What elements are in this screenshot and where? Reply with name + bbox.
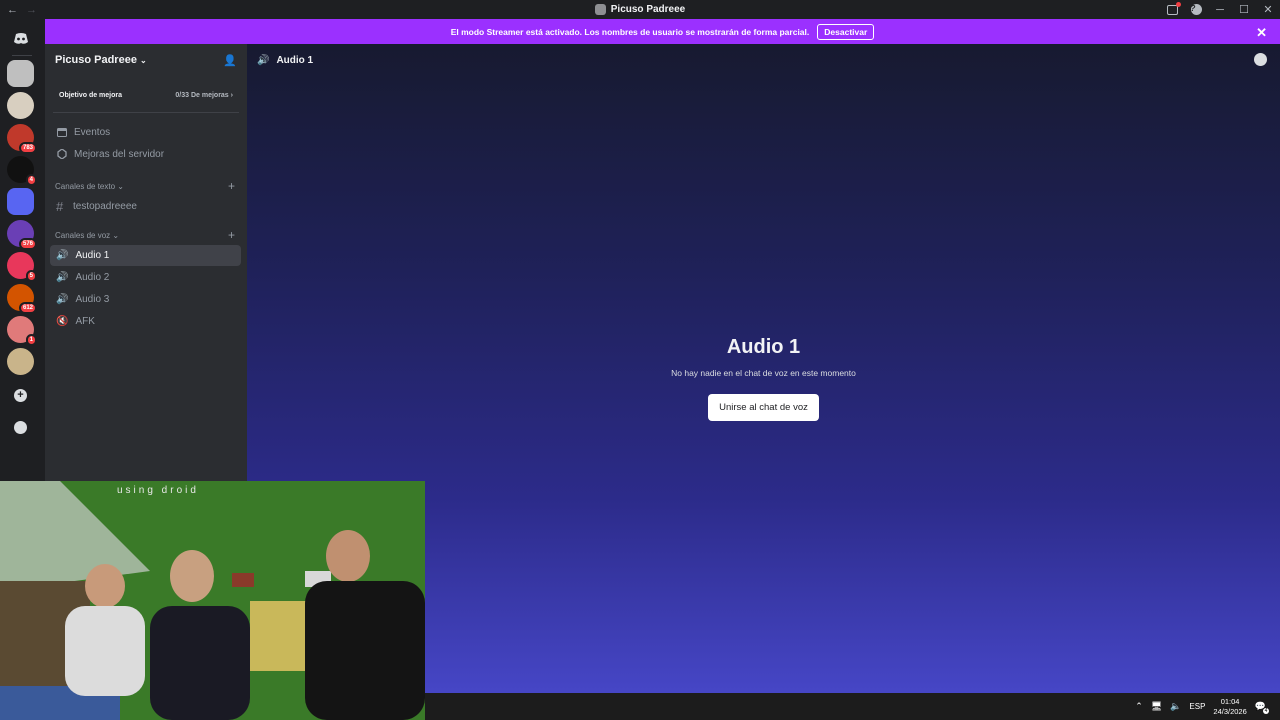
explore-icon[interactable]: [7, 414, 34, 441]
speaker-icon: 🔊: [56, 294, 69, 305]
hash-icon: #: [56, 199, 64, 214]
speaker-icon: 🔊: [56, 250, 69, 261]
voice-channels-category[interactable]: Canales de voz ⌄ +: [45, 226, 247, 244]
chevron-down-icon: ⌄: [140, 56, 147, 65]
calendar-icon: [57, 127, 67, 137]
channel-sidebar: Picuso Padreee ⌄ 👤 Objetivo de mejora 0/…: [45, 44, 247, 481]
taskbar: ⌃ 🖥 🔈 ESP 01:04 24/3/2026 💬 4: [425, 693, 1280, 720]
speaker-muted-icon: 🔇: [56, 316, 69, 327]
voice-channel-label: Audio 2: [75, 272, 110, 283]
notification-icon[interactable]: 💬 4: [1255, 701, 1269, 714]
server-5[interactable]: [7, 188, 34, 215]
language-indicator[interactable]: ESP: [1189, 702, 1205, 711]
invite-people-icon[interactable]: 👤: [223, 54, 237, 67]
add-voice-channel-icon[interactable]: +: [228, 228, 235, 242]
banner-message: El modo Streamer está activado. Los nomb…: [450, 26, 810, 37]
server-4[interactable]: 4: [7, 156, 37, 186]
server-header[interactable]: Picuso Padreee ⌄ 👤: [45, 44, 247, 76]
webcam-overlay: using droid: [0, 481, 425, 720]
minimize-button[interactable]: ─: [1208, 0, 1232, 19]
server-icon: [594, 4, 606, 15]
inbox-icon: [1166, 1, 1181, 15]
window-title: Picuso Padreee: [610, 4, 686, 15]
close-window-button[interactable]: ✕: [1256, 0, 1280, 19]
clock-date: 24/3/2026: [1213, 706, 1247, 716]
channel-header-title: Audio 1: [276, 54, 314, 66]
volume-icon[interactable]: 🔈: [1170, 701, 1181, 712]
speaker-icon: 🔊: [257, 54, 270, 66]
server-picuso[interactable]: [7, 60, 34, 87]
server-7[interactable]: 5: [7, 252, 37, 282]
help-button[interactable]: ?: [1184, 0, 1208, 19]
server-6[interactable]: 576: [7, 220, 37, 250]
network-icon[interactable]: 🖥: [1151, 701, 1162, 712]
chat-bubble-icon[interactable]: [1254, 53, 1267, 66]
server-2[interactable]: [7, 92, 34, 119]
text-channel-testopadreeee[interactable]: # testopadreeee: [50, 196, 241, 217]
speaker-icon: 🔊: [56, 272, 69, 283]
webcam-watermark: using droid: [117, 485, 199, 496]
clock-time: 01:04: [1220, 696, 1240, 706]
chevron-up-icon[interactable]: ⌃: [1135, 701, 1143, 712]
voice-channel-audio-3[interactable]: 🔊 Audio 3: [50, 289, 241, 310]
chevron-right-icon: ›: [230, 91, 233, 99]
join-voice-button[interactable]: Unirse al chat de voz: [708, 394, 819, 421]
events-label: Eventos: [74, 126, 111, 138]
voice-category-label: Canales de voz: [55, 230, 111, 240]
maximize-button[interactable]: ☐: [1232, 0, 1256, 19]
deactivate-button[interactable]: Desactivar: [817, 23, 875, 40]
server-boosts-label: Mejoras del servidor: [74, 148, 165, 160]
chevron-down-icon: ⌄: [112, 230, 120, 240]
server-10[interactable]: [7, 348, 34, 375]
server-name: Picuso Padreee: [55, 54, 137, 66]
streamer-mode-banner: El modo Streamer está activado. Los nomb…: [45, 19, 1280, 44]
server-9[interactable]: 1: [7, 316, 37, 346]
events-link[interactable]: Eventos: [45, 121, 247, 143]
server-boosts-link[interactable]: Mejoras del servidor: [45, 143, 247, 165]
server-rail: 783 4 576 5 612 1 +: [0, 19, 45, 481]
voice-channel-audio-2[interactable]: 🔊 Audio 2: [50, 267, 241, 288]
help-icon: ?: [1190, 4, 1202, 15]
chevron-down-icon: ⌄: [117, 181, 124, 191]
channel-header: 🔊 Audio 1: [247, 44, 1280, 76]
voice-channel-audio-1[interactable]: 🔊 Audio 1: [50, 245, 241, 266]
divider: [53, 112, 239, 113]
text-channel-label: testopadreeee: [73, 201, 137, 212]
voice-channel-label: Audio 3: [75, 294, 110, 305]
notification-count: 4: [1263, 708, 1269, 714]
boost-icon: [57, 149, 67, 159]
boost-goal-bar[interactable]: Objetivo de mejora 0/33 De mejoras ›: [54, 86, 238, 104]
boost-count: 0/33 De mejoras: [175, 91, 229, 99]
voice-channel-afk[interactable]: 🔇 AFK: [50, 311, 241, 332]
add-server-icon[interactable]: +: [7, 382, 34, 409]
title-bar: ← → Picuso Padreee ? ─ ☐ ✕: [0, 0, 1280, 19]
discord-home-icon[interactable]: [7, 25, 34, 52]
voice-channel-label: AFK: [75, 316, 95, 327]
clock[interactable]: 01:04 24/3/2026: [1213, 697, 1246, 717]
text-channels-category[interactable]: Canales de texto ⌄ +: [45, 177, 247, 195]
voice-channel-subtitle: No hay nadie en el chat de voz en este m…: [671, 368, 856, 378]
voice-channel-label: Audio 1: [75, 250, 110, 261]
voice-channel-title: Audio 1: [726, 336, 801, 358]
empty-voice-state: Audio 1 No hay nadie en el chat de voz e…: [247, 336, 1280, 421]
webcam-image: [0, 481, 425, 720]
text-category-label: Canales de texto: [55, 181, 116, 191]
add-text-channel-icon[interactable]: +: [228, 179, 235, 193]
inbox-button[interactable]: [1160, 0, 1184, 19]
server-8[interactable]: 612: [7, 284, 37, 314]
boost-goal-label: Objetivo de mejora: [59, 91, 123, 99]
banner-close-icon[interactable]: ✕: [1256, 25, 1267, 41]
server-3[interactable]: 783: [7, 124, 37, 154]
